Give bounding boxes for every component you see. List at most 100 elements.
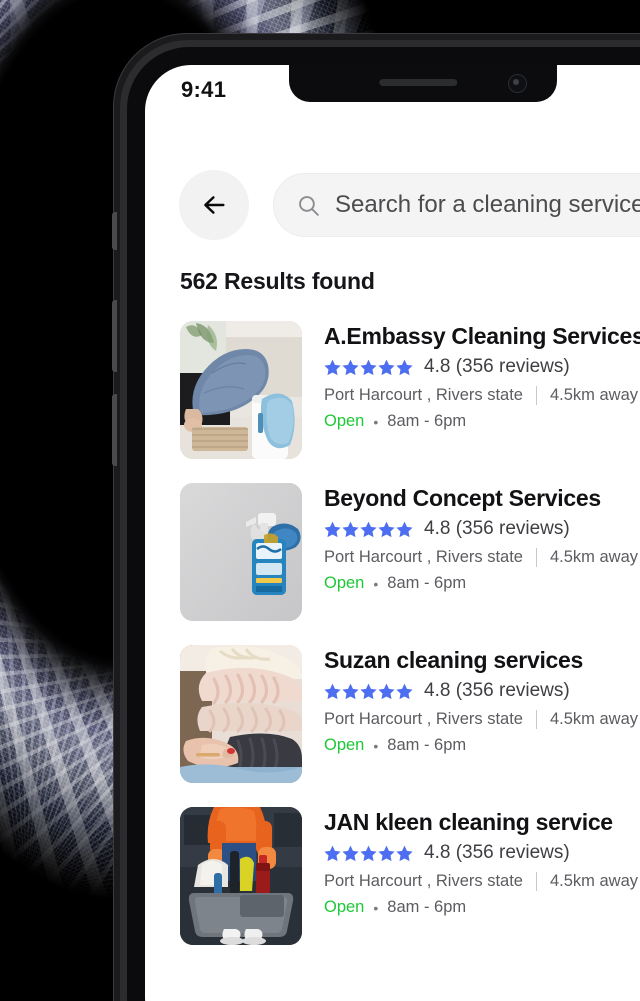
meta-divider [535,710,537,729]
volume-down-button[interactable] [112,394,117,466]
business-name: Suzan cleaning services [324,647,584,673]
star-rating [324,845,413,862]
location-text: Port Harcourt , Rivers state [324,710,523,728]
star-icon [360,359,377,375]
open-status-badge: Open [324,898,365,916]
status-row: Open • 8am - 6pm [324,898,638,917]
thumbnail-image-1 [180,321,302,459]
star-icon [324,683,341,699]
star-rating [324,683,413,700]
meta-divider [535,548,537,567]
business-name: A.Embassy Cleaning Services [324,323,640,349]
results-count-heading: 562 Results found [180,268,375,294]
star-icon [342,845,359,861]
result-card[interactable]: A.Embassy Cleaning Services 4.8 (356 rev… [180,321,640,459]
star-icon [378,845,395,861]
bullet-separator: • [373,899,379,916]
location-text: Port Harcourt , Rivers state [324,548,523,566]
hours-text: 8am - 6pm [387,574,467,592]
rating-row: 4.8 (356 reviews) [324,680,638,702]
screenshot-stage: 9:41 Search for a cleaning service 562 R… [0,0,640,1001]
meta-divider [535,386,537,405]
rating-text: 4.8 (356 reviews) [424,356,570,377]
meta-row: Port Harcourt , Rivers state 4.5km away [324,710,638,729]
business-name: JAN kleen cleaning service [324,809,613,835]
star-icon [324,359,341,375]
meta-row: Port Harcourt , Rivers state 4.5km away [324,548,638,567]
bullet-separator: • [373,413,379,430]
star-icon [342,683,359,699]
front-camera-icon [508,74,527,93]
location-text: Port Harcourt , Rivers state [324,386,523,404]
star-icon [378,683,395,699]
meta-row: Port Harcourt , Rivers state 4.5km away [324,386,640,405]
result-info: Beyond Concept Services 4.8 (356 reviews… [324,483,638,621]
open-status-badge: Open [324,412,365,430]
rating-row: 4.8 (356 reviews) [324,356,640,378]
business-name: Beyond Concept Services [324,485,601,511]
result-thumbnail [180,807,302,945]
open-status-badge: Open [324,574,365,592]
search-icon [299,195,319,216]
volume-up-button[interactable] [112,300,117,372]
phone-screen: 9:41 Search for a cleaning service 562 R… [145,65,640,1001]
status-time: 9:41 [181,77,227,102]
bullet-separator: • [373,575,379,592]
arrow-left-icon [204,196,225,214]
rating-text: 4.8 (356 reviews) [424,842,570,863]
rating-row: 4.8 (356 reviews) [324,842,638,864]
star-rating [324,359,413,376]
thumbnail-image-3 [180,645,302,783]
back-button[interactable] [179,170,249,240]
mute-switch[interactable] [112,212,117,250]
meta-divider [535,872,537,891]
search-input[interactable]: Search for a cleaning service [273,173,640,237]
rating-row: 4.8 (356 reviews) [324,518,638,540]
rating-text: 4.8 (356 reviews) [424,518,570,539]
result-thumbnail [180,483,302,621]
result-thumbnail [180,321,302,459]
star-icon [360,845,377,861]
star-icon [378,521,395,537]
result-info: JAN kleen cleaning service 4.8 (356 revi… [324,807,638,945]
result-card[interactable]: JAN kleen cleaning service 4.8 (356 revi… [180,807,640,945]
star-icon [342,521,359,537]
notch [289,65,557,102]
star-icon [396,845,413,861]
star-icon [396,359,413,375]
star-icon [396,683,413,699]
distance-text: 4.5km away [549,872,639,890]
star-icon [378,359,395,375]
open-status-badge: Open [324,736,365,754]
result-card[interactable]: Beyond Concept Services 4.8 (356 reviews… [180,483,640,621]
search-placeholder: Search for a cleaning service [335,191,640,218]
meta-row: Port Harcourt , Rivers state 4.5km away [324,872,638,891]
thumbnail-image-2 [180,483,302,621]
star-icon [360,683,377,699]
star-rating [324,521,413,538]
distance-text: 4.5km away [549,710,639,728]
result-info: A.Embassy Cleaning Services 4.8 (356 rev… [324,321,640,459]
result-info: Suzan cleaning services 4.8 (356 reviews… [324,645,638,783]
thumbnail-image-4 [180,807,302,945]
bullet-separator: • [373,737,379,754]
status-row: Open • 8am - 6pm [324,574,638,593]
distance-text: 4.5km away [549,386,639,404]
status-row: Open • 8am - 6pm [324,412,640,431]
result-card[interactable]: Suzan cleaning services 4.8 (356 reviews… [180,645,640,783]
results-list: A.Embassy Cleaning Services 4.8 (356 rev… [180,321,640,969]
hours-text: 8am - 6pm [387,412,467,430]
distance-text: 4.5km away [549,548,639,566]
result-thumbnail [180,645,302,783]
hours-text: 8am - 6pm [387,736,467,754]
rating-text: 4.8 (356 reviews) [424,680,570,701]
star-icon [324,521,341,537]
location-text: Port Harcourt , Rivers state [324,872,523,890]
star-icon [360,521,377,537]
hours-text: 8am - 6pm [387,898,467,916]
star-icon [324,845,341,861]
star-icon [342,359,359,375]
search-header: Search for a cleaning service [179,170,640,240]
status-row: Open • 8am - 6pm [324,736,638,755]
star-icon [396,521,413,537]
